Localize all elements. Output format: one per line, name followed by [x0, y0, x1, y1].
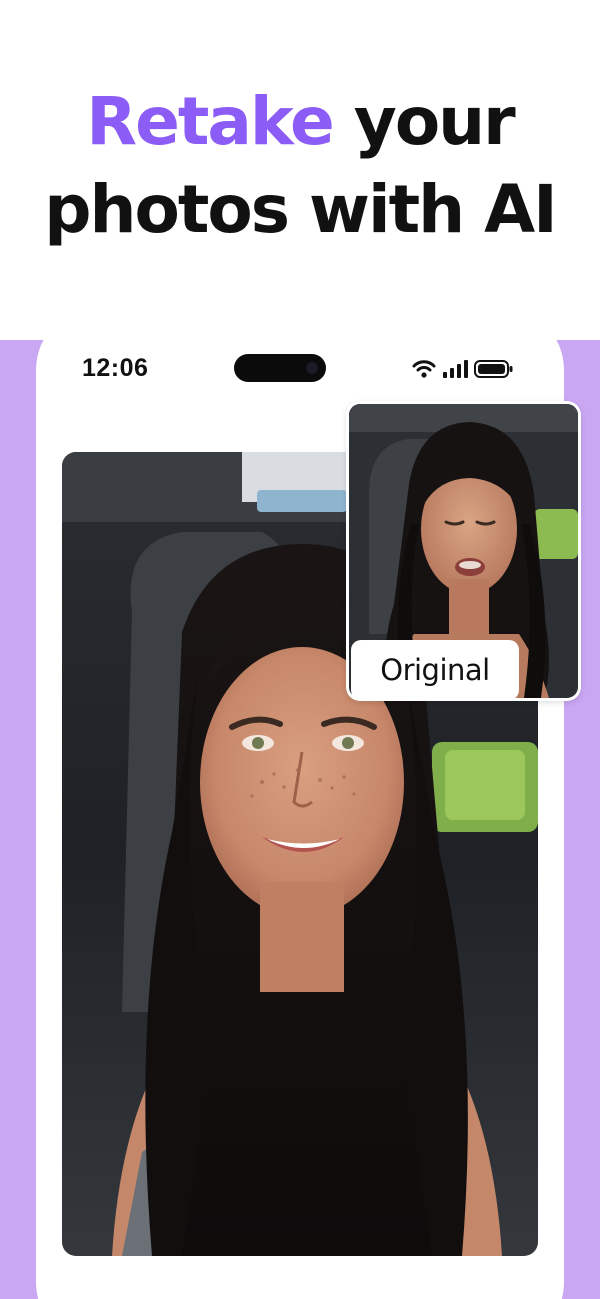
- original-label: Original: [351, 640, 519, 700]
- headline-line-2: photos with AI: [44, 171, 557, 248]
- headline-rest: your: [332, 83, 516, 160]
- promo-screen: Retake your photos with AI 12:06 Origina…: [0, 0, 600, 1299]
- headline-line-1: Retake your: [0, 78, 600, 166]
- status-time: 12:06: [82, 354, 149, 382]
- cellular-signal-icon: [443, 360, 468, 378]
- dynamic-island: [234, 354, 326, 382]
- status-icons: [412, 358, 514, 380]
- headline: Retake your photos with AI: [0, 78, 600, 254]
- camera-lens-icon: [306, 362, 318, 374]
- wifi-icon: [412, 360, 436, 378]
- battery-icon: [474, 360, 513, 378]
- headline-accent-word: Retake: [86, 83, 335, 160]
